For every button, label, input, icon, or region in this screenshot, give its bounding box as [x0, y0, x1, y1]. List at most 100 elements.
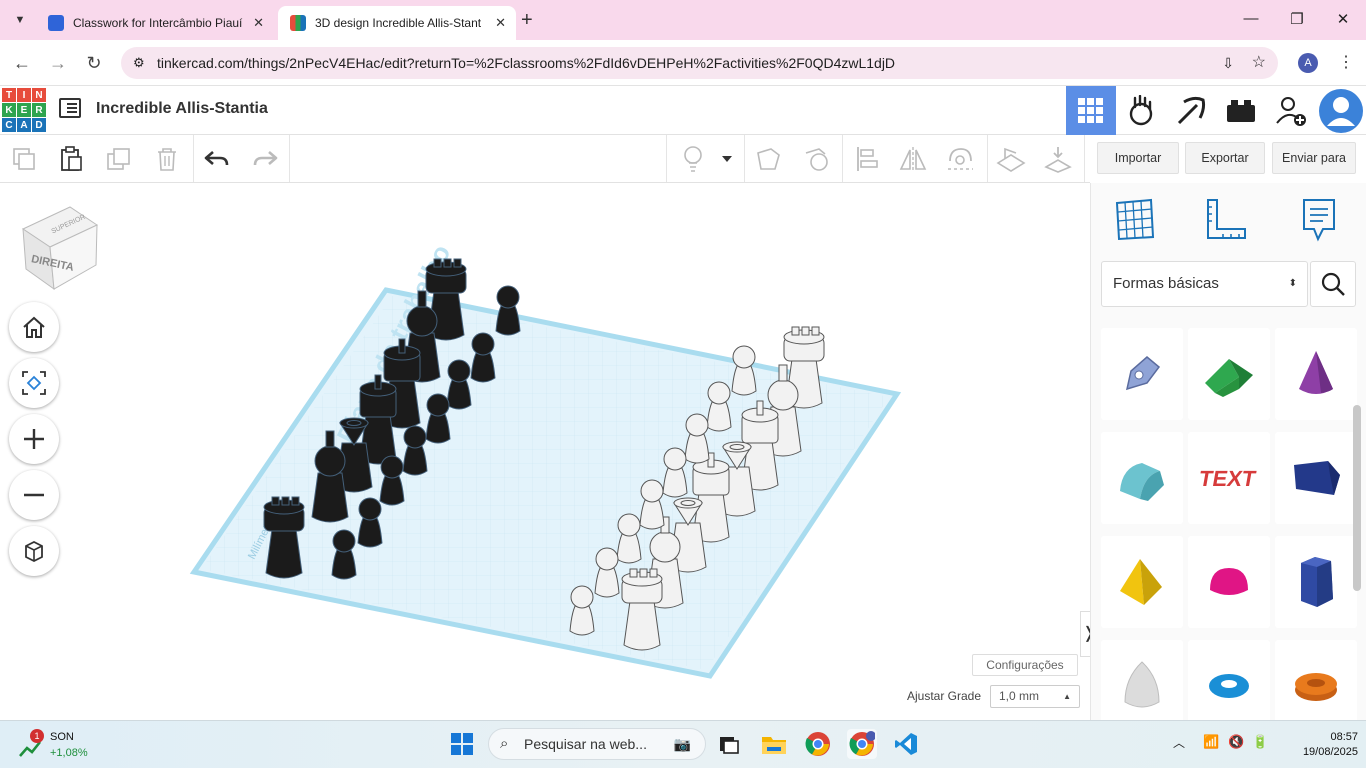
- zoom-out-button[interactable]: [9, 470, 59, 520]
- chrome-profile-button[interactable]: [847, 729, 877, 759]
- shape-tile-pyramid[interactable]: [1101, 536, 1183, 628]
- start-button[interactable]: [447, 729, 477, 759]
- send-to-button[interactable]: Enviar para: [1272, 142, 1356, 174]
- tinkercad-logo[interactable]: T I N K E R C A D: [2, 88, 46, 132]
- black-pawn[interactable]: [331, 529, 357, 580]
- shape-search-button[interactable]: [1310, 261, 1356, 307]
- back-icon[interactable]: ←: [11, 52, 33, 74]
- sim-lab-button[interactable]: [1116, 86, 1166, 135]
- black-pawn[interactable]: [470, 332, 496, 383]
- white-pawn[interactable]: [731, 345, 757, 396]
- mirror-button[interactable]: [898, 145, 928, 173]
- task-view-button[interactable]: [714, 729, 744, 759]
- volume-muted-icon[interactable]: 🔇: [1228, 734, 1244, 750]
- zoom-in-button[interactable]: [9, 414, 59, 464]
- panel-scrollbar[interactable]: [1353, 405, 1361, 591]
- site-settings-icon[interactable]: ⚙: [133, 47, 145, 79]
- shape-tile-text[interactable]: TEXT: [1188, 432, 1270, 524]
- perspective-button[interactable]: [9, 526, 59, 576]
- redo-button[interactable]: [250, 145, 280, 173]
- address-bar[interactable]: ⚙ tinkercad.com/things/2nPecV4EHac/edit?…: [121, 47, 1278, 79]
- ruler-tool-button[interactable]: [1203, 197, 1251, 243]
- battery-icon[interactable]: 🔋: [1252, 734, 1268, 750]
- tab-search-button[interactable]: ▼: [8, 9, 32, 31]
- white-pawn[interactable]: [569, 585, 595, 636]
- forward-icon[interactable]: →: [47, 52, 69, 74]
- shape-tile-round-roof[interactable]: [1101, 432, 1183, 524]
- black-pawn[interactable]: [446, 359, 472, 410]
- shape-tile-hexagonal-prism[interactable]: [1275, 536, 1357, 628]
- white-pawn[interactable]: [684, 413, 710, 464]
- black-pawn[interactable]: [425, 393, 451, 444]
- shape-tile-tube[interactable]: [1275, 640, 1357, 732]
- white-pawn[interactable]: [706, 381, 732, 432]
- close-window-icon[interactable]: ✕: [1333, 10, 1353, 28]
- shape-tile-sketch[interactable]: [1101, 328, 1183, 420]
- browser-tab-tinkercad[interactable]: 3D design Incredible Allis-Stant ✕: [278, 6, 516, 40]
- white-pawn[interactable]: [639, 479, 665, 530]
- black-pawn[interactable]: [402, 425, 428, 476]
- export-button[interactable]: Exportar: [1185, 142, 1265, 174]
- shape-tile-polygon[interactable]: [1275, 432, 1357, 524]
- restore-icon[interactable]: ❐: [1287, 10, 1307, 28]
- fit-view-button[interactable]: [9, 358, 59, 408]
- shape-tile-cone[interactable]: [1275, 328, 1357, 420]
- vscode-button[interactable]: [891, 729, 921, 759]
- duplicate-button[interactable]: [104, 145, 134, 173]
- home-view-button[interactable]: [9, 302, 59, 352]
- align-button[interactable]: [852, 145, 882, 173]
- chrome-button[interactable]: [803, 729, 833, 759]
- light-button[interactable]: [678, 145, 708, 173]
- black-pawn[interactable]: [379, 455, 405, 506]
- view-cube[interactable]: DIREITA SUPERIOR: [20, 203, 102, 295]
- black-pawn[interactable]: [495, 285, 521, 336]
- shape-tile-paraboloid[interactable]: [1101, 640, 1183, 732]
- cruise-button[interactable]: [945, 145, 975, 173]
- paste-button[interactable]: [56, 145, 86, 173]
- install-app-icon[interactable]: ⇩: [1222, 47, 1234, 79]
- minimize-icon[interactable]: —: [1241, 10, 1261, 27]
- shape-tile-roof[interactable]: [1188, 328, 1270, 420]
- delete-button[interactable]: [152, 145, 182, 173]
- white-pawn[interactable]: [662, 447, 688, 498]
- browser-tab-classwork[interactable]: Classwork for Intercâmbio Piauí ✕: [36, 6, 274, 40]
- 3d-view-grid-button[interactable]: [1066, 86, 1116, 135]
- reload-icon[interactable]: ↻: [83, 52, 105, 74]
- group-button[interactable]: [754, 145, 784, 173]
- user-avatar-button[interactable]: [1316, 86, 1366, 135]
- white-pawn[interactable]: [594, 547, 620, 598]
- white-pawn[interactable]: [616, 513, 642, 564]
- shape-tile-half-sphere[interactable]: [1188, 536, 1270, 628]
- design-title[interactable]: Incredible Allis-Stantia: [96, 100, 268, 118]
- notes-tool-button[interactable]: [1299, 197, 1347, 243]
- new-tab-button[interactable]: +: [521, 9, 533, 32]
- stock-widget[interactable]: 1 SON +1,08%: [18, 728, 108, 764]
- drop-button[interactable]: [1043, 145, 1073, 173]
- workplane-tool-button[interactable]: [1113, 197, 1161, 243]
- file-explorer-button[interactable]: [759, 729, 789, 759]
- workplane-button[interactable]: [996, 145, 1026, 173]
- black-pawn[interactable]: [357, 497, 383, 548]
- shape-tile-torus[interactable]: [1188, 640, 1270, 732]
- hidden-icons-chevron-icon[interactable]: ︿: [1173, 734, 1185, 751]
- wifi-icon[interactable]: 📶: [1203, 734, 1219, 750]
- minecraft-button[interactable]: [1166, 86, 1216, 135]
- shape-library-select[interactable]: Formas básicas ⬍: [1101, 261, 1308, 307]
- bricks-button[interactable]: [1216, 86, 1266, 135]
- 3d-viewport[interactable]: Plano de trabalho Milímetros DIREITA SUP…: [0, 183, 1098, 720]
- import-button[interactable]: Importar: [1097, 142, 1179, 174]
- workplane-scene[interactable]: Plano de trabalho Milímetros: [0, 183, 1090, 720]
- browser-menu-icon[interactable]: ⋮: [1338, 52, 1354, 72]
- taskbar-search[interactable]: ⌕ Pesquisar na web... 📷: [488, 728, 706, 760]
- design-menu-icon[interactable]: [59, 98, 81, 118]
- copy-button[interactable]: [9, 145, 39, 173]
- ungroup-button[interactable]: [802, 145, 832, 173]
- system-clock[interactable]: 08:57 19/08/2025: [1300, 730, 1358, 760]
- profile-avatar[interactable]: A: [1298, 53, 1318, 73]
- close-icon[interactable]: ✕: [253, 15, 264, 31]
- bookmark-star-icon[interactable]: ☆: [1252, 47, 1266, 79]
- close-icon[interactable]: ✕: [495, 15, 506, 31]
- invite-user-button[interactable]: [1266, 86, 1316, 135]
- undo-button[interactable]: [202, 145, 232, 173]
- snap-grid-select[interactable]: 1,0 mm ▲: [990, 685, 1080, 708]
